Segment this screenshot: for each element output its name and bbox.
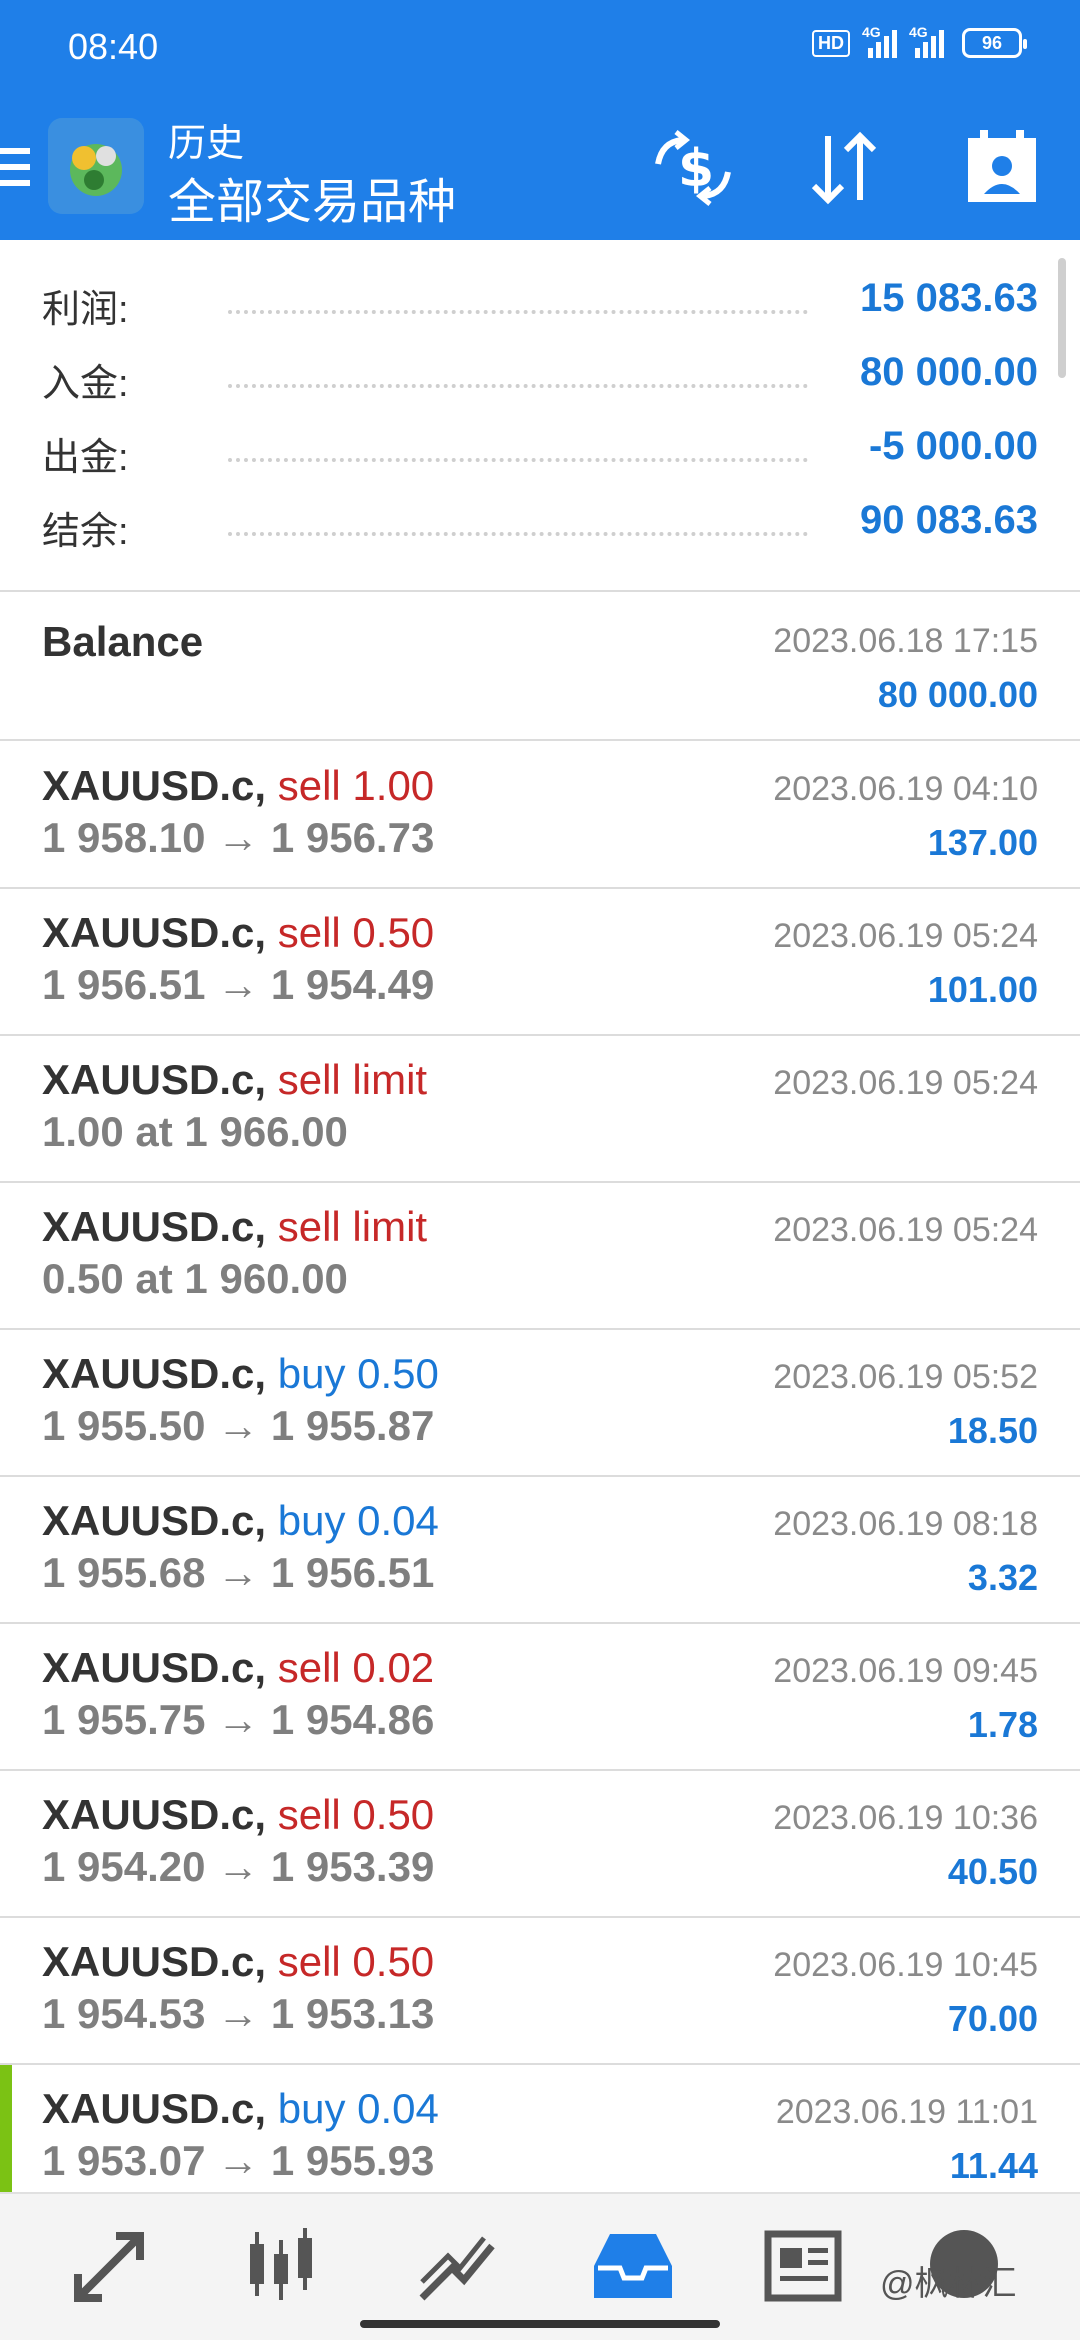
metatrader-logo[interactable] (48, 118, 144, 214)
page-title: 历史 (168, 123, 245, 165)
battery-icon: 96 (962, 28, 1027, 58)
table-row[interactable]: XAUUSD.c, sell 1.00 1 958.10 → 1 956.73 … (0, 742, 1080, 889)
app-bar: 08:40 HD 4G 4G 96 历史 全部交易品种 $ (0, 0, 1080, 240)
table-row[interactable]: XAUUSD.c, buy 0.50 1 955.50 → 1 955.87 2… (0, 1330, 1080, 1477)
table-row[interactable]: XAUUSD.c, sell 0.50 1 954.53 → 1 953.13 … (0, 1918, 1080, 2065)
table-row[interactable]: XAUUSD.c, sell limit 1.00 at 1 966.00 20… (0, 1036, 1080, 1183)
summary-deposit: 入金: 80 000.00 (42, 350, 1038, 405)
trade-icon[interactable] (412, 2220, 502, 2310)
quotes-icon[interactable] (66, 2220, 156, 2310)
hd-icon: HD (812, 29, 850, 57)
table-row[interactable]: XAUUSD.c, sell limit 0.50 at 1 960.00 20… (0, 1183, 1080, 1330)
table-row-selected[interactable]: XAUUSD.c, buy 0.04 1 953.07 → 1 955.93 2… (0, 2065, 1080, 2192)
status-bar: 08:40 HD 4G 4G 96 (0, 0, 1080, 100)
summary-withdrawal: 出金: -5 000.00 (42, 424, 1038, 479)
summary-panel: 利润: 15 083.63 入金: 80 000.00 出金: -5 000.0… (0, 240, 1080, 592)
table-row[interactable]: XAUUSD.c, sell 0.02 1 955.75 → 1 954.86 … (0, 1624, 1080, 1771)
status-icons: HD 4G 4G 96 (812, 24, 1027, 58)
table-row[interactable]: XAUUSD.c, sell 0.50 1 954.20 → 1 953.39 … (0, 1771, 1080, 1918)
gesture-handle (360, 2320, 720, 2328)
menu-icon[interactable] (0, 148, 30, 192)
history-icon[interactable] (588, 2220, 678, 2310)
currency-exchange-icon[interactable]: $ (648, 128, 738, 208)
scrollbar[interactable] (1058, 258, 1066, 378)
calendar-user-icon[interactable] (958, 128, 1048, 208)
chart-icon[interactable] (236, 2220, 326, 2310)
signal-icon: 4G (862, 24, 897, 58)
summary-profit: 利润: 15 083.63 (42, 276, 1038, 331)
table-row[interactable]: XAUUSD.c, sell 0.50 1 956.51 → 1 954.49 … (0, 889, 1080, 1036)
news-icon[interactable] (758, 2220, 848, 2310)
summary-balance: 结余: 90 083.63 (42, 498, 1038, 553)
list-item-balance[interactable]: Balance 2023.06.18 17:15 80 000.00 (0, 594, 1080, 741)
signal-icon: 4G (909, 24, 944, 58)
status-time: 08:40 (68, 26, 159, 67)
table-row[interactable]: XAUUSD.c, buy 0.04 1 955.68 → 1 956.51 2… (0, 1477, 1080, 1624)
sort-icon[interactable] (800, 128, 890, 208)
watermark: @枫林汇 (880, 2265, 1017, 2303)
page-subtitle[interactable]: 全部交易品种 (168, 162, 456, 232)
selected-indicator (0, 2065, 12, 2192)
